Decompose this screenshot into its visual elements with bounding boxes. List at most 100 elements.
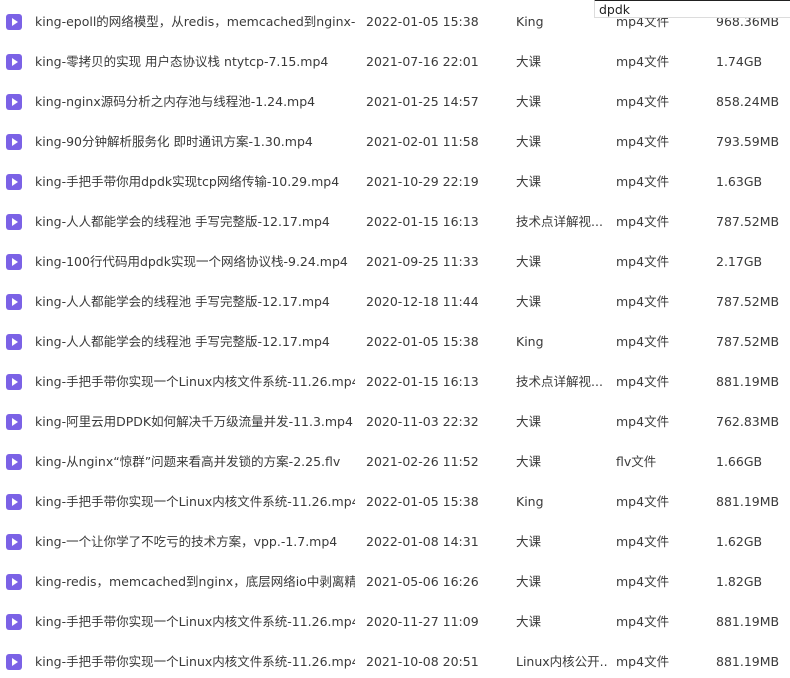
video-file-icon bbox=[6, 494, 22, 510]
file-type: mp4文件 bbox=[616, 654, 670, 669]
file-folder: King bbox=[516, 334, 544, 349]
file-type: mp4文件 bbox=[616, 54, 670, 69]
file-type: flv文件 bbox=[616, 454, 657, 469]
file-type: mp4文件 bbox=[616, 134, 670, 149]
file-type: mp4文件 bbox=[616, 614, 670, 629]
file-folder: 技术点详解视... bbox=[516, 214, 603, 229]
file-row[interactable]: king-90分钟解析服务化 即时通讯方案-1.30.mp4 2021-02-01… bbox=[0, 122, 790, 162]
file-row[interactable]: king-人人都能学会的线程池 手写完整版-12.17.mp4 2020-12-1… bbox=[0, 282, 790, 322]
file-name: king-nginx源码分析之内存池与线程池-1.24.mp4 bbox=[35, 94, 316, 109]
file-list: king-epoll的网络模型，从redis，memcached到nginx-.… bbox=[0, 0, 790, 678]
file-folder: King bbox=[516, 494, 544, 509]
file-name: king-100行代码用dpdk实现一个网络协议栈-9.24.mp4 bbox=[35, 254, 348, 269]
file-date: 2020-11-03 22:32 bbox=[366, 414, 479, 429]
video-file-icon bbox=[6, 334, 22, 350]
file-name: king-手把手带你实现一个Linux内核文件系统-11.26.mp4 bbox=[35, 614, 355, 629]
file-type: mp4文件 bbox=[616, 174, 670, 189]
file-row[interactable]: king-nginx源码分析之内存池与线程池-1.24.mp4 2021-01-2… bbox=[0, 82, 790, 122]
file-date: 2022-01-15 16:13 bbox=[366, 214, 479, 229]
file-folder: 大课 bbox=[516, 134, 542, 149]
file-name: king-手把手带你实现一个Linux内核文件系统-11.26.mp4 bbox=[35, 494, 355, 509]
file-type: mp4文件 bbox=[616, 534, 670, 549]
file-folder: 大课 bbox=[516, 414, 542, 429]
file-size: 1.74GB bbox=[716, 54, 763, 69]
file-name: king-90分钟解析服务化 即时通讯方案-1.30.mp4 bbox=[35, 134, 313, 149]
file-date: 2021-02-26 11:52 bbox=[366, 454, 479, 469]
file-date: 2021-01-25 14:57 bbox=[366, 94, 479, 109]
file-row[interactable]: king-手把手带你实现一个Linux内核文件系统-11.26.mp4 2022-… bbox=[0, 482, 790, 522]
file-name: king-一个让你学了不吃亏的技术方案，vpp.-1.7.mp4 bbox=[35, 534, 338, 549]
video-file-icon bbox=[6, 294, 22, 310]
file-folder: 大课 bbox=[516, 534, 542, 549]
file-row[interactable]: king-手把手带你实现一个Linux内核文件系统-11.26.mp4 2021-… bbox=[0, 642, 790, 678]
file-date: 2021-10-29 22:19 bbox=[366, 174, 479, 189]
file-folder: 大课 bbox=[516, 614, 542, 629]
file-row[interactable]: king-零拷贝的实现 用户态协议栈 ntytcp-7.15.mp4 2021-0… bbox=[0, 42, 790, 82]
file-date: 2021-09-25 11:33 bbox=[366, 254, 479, 269]
file-row[interactable]: king-人人都能学会的线程池 手写完整版-12.17.mp4 2022-01-0… bbox=[0, 322, 790, 362]
file-type: mp4文件 bbox=[616, 414, 670, 429]
file-size: 762.83MB bbox=[716, 414, 780, 429]
file-size: 881.19MB bbox=[716, 494, 780, 509]
file-type: mp4文件 bbox=[616, 94, 670, 109]
video-file-icon bbox=[6, 54, 22, 70]
file-date: 2021-07-16 22:01 bbox=[366, 54, 479, 69]
file-name: king-零拷贝的实现 用户态协议栈 ntytcp-7.15.mp4 bbox=[35, 54, 329, 69]
file-size: 787.52MB bbox=[716, 294, 780, 309]
file-name: king-epoll的网络模型，从redis，memcached到nginx-.… bbox=[35, 14, 355, 29]
video-file-icon bbox=[6, 454, 22, 470]
file-row[interactable]: king-阿里云用DPDK如何解决千万级流量并发-11.3.mp4 2020-11… bbox=[0, 402, 790, 442]
file-date: 2021-02-01 11:58 bbox=[366, 134, 479, 149]
file-folder: 大课 bbox=[516, 294, 542, 309]
file-folder: 大课 bbox=[516, 254, 542, 269]
file-size: 1.62GB bbox=[716, 534, 763, 549]
file-type: mp4文件 bbox=[616, 374, 670, 389]
file-size: 881.19MB bbox=[716, 654, 780, 669]
file-type: mp4文件 bbox=[616, 334, 670, 349]
file-size: 787.52MB bbox=[716, 334, 780, 349]
file-date: 2021-05-06 16:26 bbox=[366, 574, 479, 589]
file-size: 1.82GB bbox=[716, 574, 763, 589]
file-type: mp4文件 bbox=[616, 494, 670, 509]
video-file-icon bbox=[6, 534, 22, 550]
file-row[interactable]: king-手把手带你实现一个Linux内核文件系统-11.26.mp4 2020-… bbox=[0, 602, 790, 642]
video-file-icon bbox=[6, 214, 22, 230]
file-date: 2022-01-05 15:38 bbox=[366, 494, 479, 509]
file-folder: 大课 bbox=[516, 54, 542, 69]
video-file-icon bbox=[6, 614, 22, 630]
file-row[interactable]: king-手把手带你用dpdk实现tcp网络传输-10.29.mp4 2021-1… bbox=[0, 162, 790, 202]
file-size: 1.63GB bbox=[716, 174, 763, 189]
file-row[interactable]: king-100行代码用dpdk实现一个网络协议栈-9.24.mp4 2021-0… bbox=[0, 242, 790, 282]
file-folder: 大课 bbox=[516, 454, 542, 469]
file-size: 881.19MB bbox=[716, 614, 780, 629]
video-file-icon bbox=[6, 94, 22, 110]
video-file-icon bbox=[6, 174, 22, 190]
file-size: 793.59MB bbox=[716, 134, 780, 149]
file-type: mp4文件 bbox=[616, 214, 670, 229]
file-row[interactable]: king-从nginx“惊群”问题来看高并发锁的方案-2.25.flv 2021-… bbox=[0, 442, 790, 482]
video-file-icon bbox=[6, 374, 22, 390]
file-folder: 大课 bbox=[516, 174, 542, 189]
file-type: mp4文件 bbox=[616, 254, 670, 269]
file-row[interactable]: king-人人都能学会的线程池 手写完整版-12.17.mp4 2022-01-1… bbox=[0, 202, 790, 242]
file-folder: 技术点详解视... bbox=[516, 374, 603, 389]
video-file-icon bbox=[6, 574, 22, 590]
file-name: king-手把手带你实现一个Linux内核文件系统-11.26.mp4 bbox=[35, 654, 355, 669]
file-folder: 大课 bbox=[516, 94, 542, 109]
file-row[interactable]: king-手把手带你实现一个Linux内核文件系统-11.26.mp4 2022-… bbox=[0, 362, 790, 402]
file-row[interactable]: king-一个让你学了不吃亏的技术方案，vpp.-1.7.mp4 2022-01-… bbox=[0, 522, 790, 562]
search-input[interactable] bbox=[594, 0, 790, 18]
file-size: 1.66GB bbox=[716, 454, 763, 469]
file-name: king-从nginx“惊群”问题来看高并发锁的方案-2.25.flv bbox=[35, 454, 341, 469]
file-size: 858.24MB bbox=[716, 94, 780, 109]
file-size: 787.52MB bbox=[716, 214, 780, 229]
video-file-icon bbox=[6, 14, 22, 30]
file-row[interactable]: king-redis，memcached到nginx，底层网络io中剥离精...… bbox=[0, 562, 790, 602]
file-name: king-人人都能学会的线程池 手写完整版-12.17.mp4 bbox=[35, 214, 330, 229]
file-date: 2020-11-27 11:09 bbox=[366, 614, 479, 629]
file-name: king-手把手带你用dpdk实现tcp网络传输-10.29.mp4 bbox=[35, 174, 340, 189]
file-size: 881.19MB bbox=[716, 374, 780, 389]
video-file-icon bbox=[6, 654, 22, 670]
file-type: mp4文件 bbox=[616, 294, 670, 309]
file-name: king-redis，memcached到nginx，底层网络io中剥离精... bbox=[35, 574, 355, 589]
